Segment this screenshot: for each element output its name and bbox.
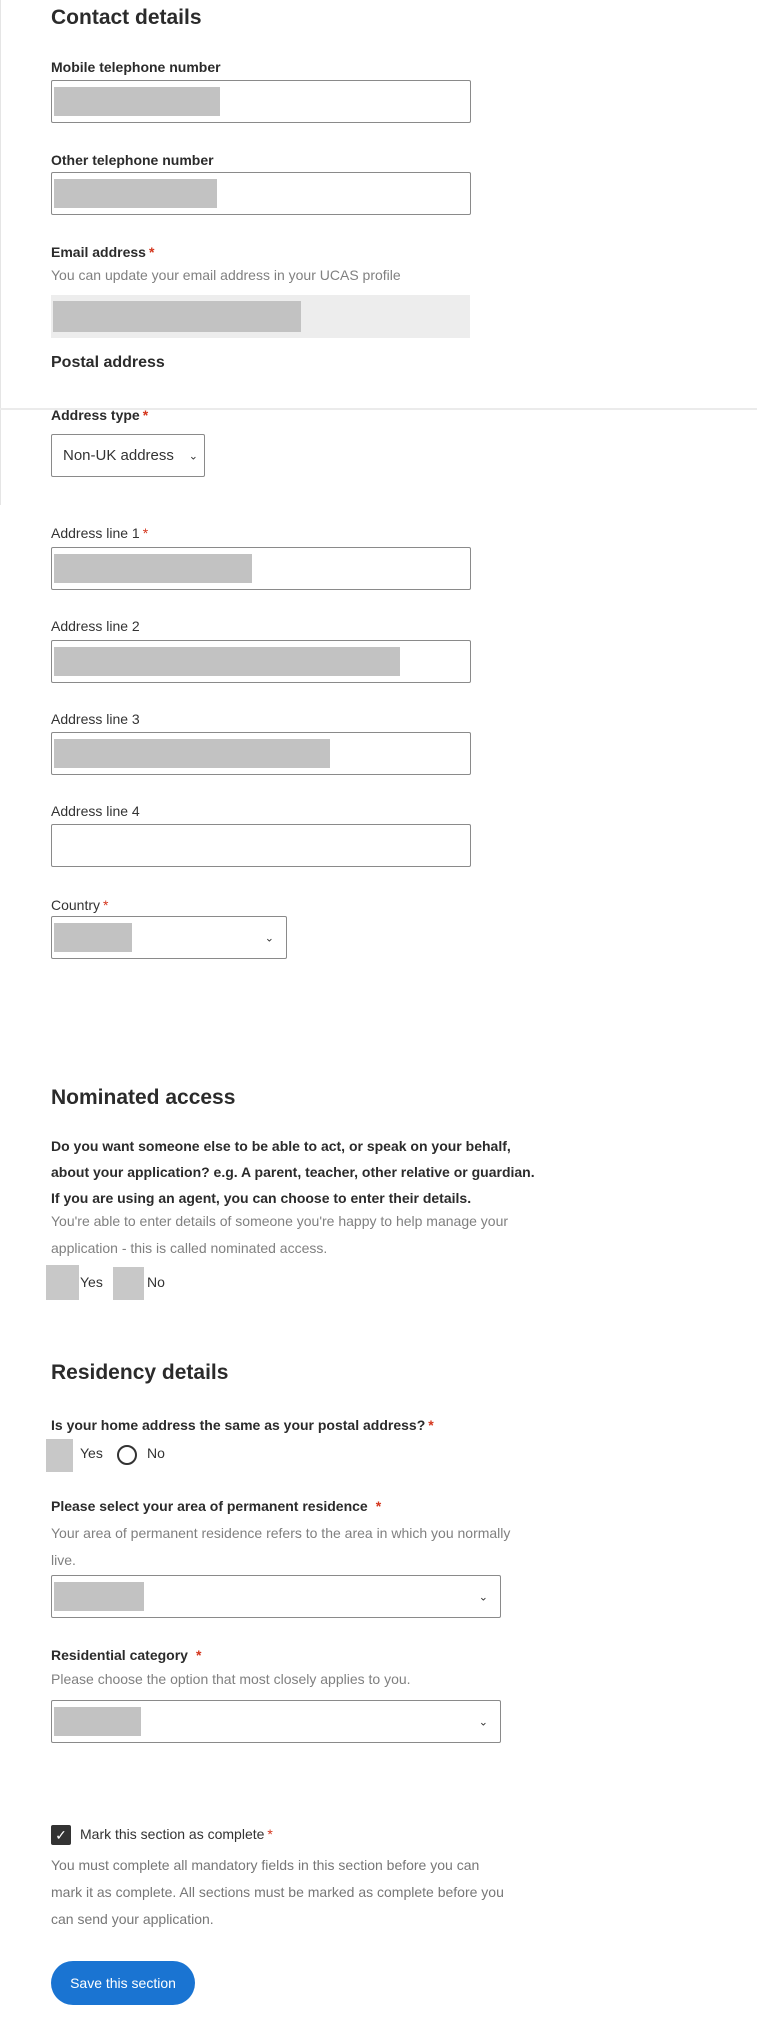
same-address-question-text: Is your home address the same as your po… [51,1417,426,1433]
required-mark: * [267,1826,273,1842]
other-phone-input[interactable] [51,172,471,215]
category-label-text: Residential category [51,1647,188,1663]
chevron-down-icon: ⌄ [188,450,198,462]
hint-line: live. [51,1552,76,1568]
info-line: can send your application. [51,1911,214,1927]
chevron-down-icon: ⌄ [478,1591,488,1603]
nominated-yes-label[interactable]: Yes [80,1274,103,1290]
required-mark: * [103,897,109,913]
email-readonly-field [51,295,470,338]
address-type-label: Address type * [51,407,148,423]
contact-details-heading: Contact details [51,6,202,29]
same-address-yes-radio[interactable] [46,1439,73,1472]
address-line1-label-text: Address line 1 [51,525,140,541]
address-type-select[interactable]: Non-UK address ⌄ [51,434,205,477]
redacted-value [54,554,252,583]
redacted-value [54,739,330,768]
country-select[interactable]: ⌄ [51,916,287,959]
redacted-value [54,647,400,676]
area-hint: Your area of permanent residence refers … [51,1520,510,1574]
redacted-value [54,87,220,116]
hint-line: Your area of permanent residence refers … [51,1525,511,1541]
address-type-label-text: Address type [51,407,140,423]
email-hint: You can update your email address in you… [51,267,401,283]
required-mark: * [148,244,155,260]
same-address-no-label[interactable]: No [147,1445,165,1461]
mobile-label: Mobile telephone number [51,59,221,75]
required-mark: * [375,1498,382,1514]
required-mark: * [195,1647,202,1663]
country-label: Country * [51,897,108,913]
redacted-value [54,179,217,208]
same-address-no-radio[interactable] [117,1445,137,1465]
hint-line: application - this is called nominated a… [51,1240,328,1256]
question-line: Do you want someone else to be able to a… [51,1138,511,1154]
chevron-down-icon: ⌄ [478,1716,488,1728]
hint-line: You're able to enter details of someone … [51,1213,509,1229]
mark-complete-checkbox[interactable]: ✓ [51,1825,71,1845]
checkmark-icon: ✓ [55,1827,67,1843]
postal-address-heading: Postal address [51,354,165,371]
nominated-no-label[interactable]: No [147,1274,165,1290]
address-type-value: Non-UK address [63,447,174,464]
email-label-text: Email address [51,244,146,260]
required-mark: * [142,525,149,541]
info-line: You must complete all mandatory fields i… [51,1857,480,1873]
nominated-yes-radio[interactable] [46,1265,79,1300]
same-address-question: Is your home address the same as your po… [51,1417,434,1433]
complete-info: You must complete all mandatory fields i… [51,1852,504,1933]
same-address-yes-label[interactable]: Yes [80,1445,103,1461]
area-label: Please select your area of permanent res… [51,1498,381,1514]
required-mark: * [142,407,149,423]
save-section-button[interactable]: Save this section [51,1961,195,2005]
question-line: about your application? e.g. A parent, t… [51,1164,535,1180]
address-line1-input[interactable] [51,547,471,590]
residency-details-heading: Residency details [51,1361,229,1384]
category-select[interactable]: ⌄ [51,1700,501,1743]
mark-complete-label[interactable]: Mark this section as complete * [80,1826,273,1842]
category-hint: Please choose the option that most close… [51,1671,411,1687]
info-line: mark it as complete. All sections must b… [51,1884,504,1900]
address-line3-label: Address line 3 [51,711,140,727]
other-phone-label: Other telephone number [51,152,214,168]
redacted-value [54,1707,141,1736]
address-line2-input[interactable] [51,640,471,683]
area-label-text: Please select your area of permanent res… [51,1498,368,1514]
panel-border [0,0,1,505]
chevron-down-icon: ⌄ [264,932,274,944]
mobile-input[interactable] [51,80,471,123]
nominated-question: Do you want someone else to be able to a… [51,1133,571,1211]
category-label: Residential category * [51,1647,201,1663]
address-line1-label: Address line 1 * [51,525,148,541]
country-label-text: Country [51,897,101,913]
redacted-value [54,923,132,952]
area-select[interactable]: ⌄ [51,1575,501,1618]
required-mark: * [428,1417,434,1433]
address-line2-label: Address line 2 [51,618,140,634]
mark-complete-label-text: Mark this section as complete [80,1826,265,1842]
nominated-no-radio[interactable] [113,1267,144,1300]
address-line4-input[interactable] [51,824,471,867]
address-line4-label: Address line 4 [51,803,140,819]
redacted-value [54,1582,144,1611]
nominated-hint: You're able to enter details of someone … [51,1208,508,1262]
address-line3-input[interactable] [51,732,471,775]
email-label: Email address * [51,244,154,260]
redacted-value [53,301,301,332]
nominated-access-heading: Nominated access [51,1086,236,1109]
